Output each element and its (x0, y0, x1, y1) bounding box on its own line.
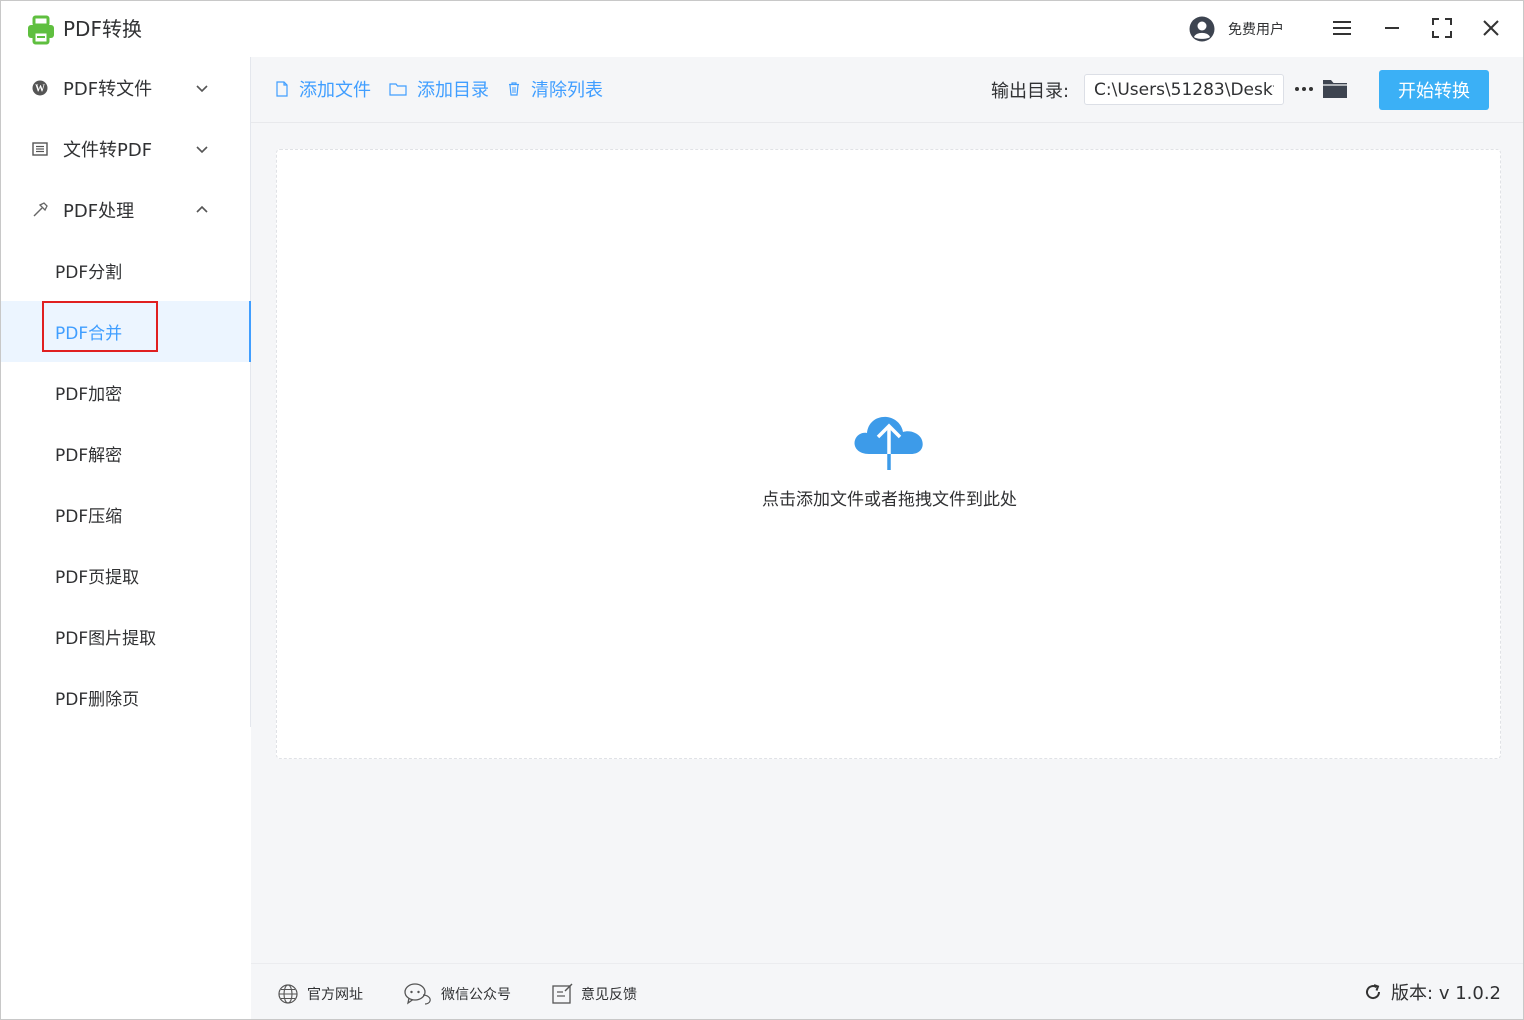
sidebar: W PDF转文件 文件转PDF PDF处理 PDF分割 PDF合并 PDF加密 … (1, 57, 251, 727)
ellipsis-icon (1295, 87, 1313, 91)
feedback-link[interactable]: 意见反馈 (551, 982, 637, 1006)
hammer-icon (33, 201, 48, 216)
menu-button[interactable] (1329, 15, 1355, 41)
footer-bar: 官方网址 微信公众号 意见反馈 版本: v 1.0.2 (251, 963, 1523, 1019)
sidebar-item-pdf-split[interactable]: PDF分割 (1, 240, 250, 301)
document-list-icon (32, 141, 48, 156)
app-title: PDF转换 (63, 17, 142, 41)
close-icon (1483, 20, 1499, 36)
sidebar-item-pdf-decrypt[interactable]: PDF解密 (1, 423, 250, 484)
sidebar-item-pdf-image-extract[interactable]: PDF图片提取 (1, 606, 250, 667)
user-account[interactable]: 免费用户 (1189, 15, 1284, 43)
drop-zone-hint: 点击添加文件或者拖拽文件到此处 (762, 490, 1017, 510)
add-file-button[interactable]: 添加文件 (275, 77, 371, 101)
chevron-up-icon (196, 205, 208, 213)
open-folder-icon[interactable] (1321, 75, 1349, 101)
add-directory-label: 添加目录 (417, 80, 489, 101)
globe-icon (278, 984, 298, 1004)
user-label: 免费用户 (1228, 22, 1284, 38)
sidebar-group-file-to-pdf[interactable]: 文件转PDF (1, 118, 250, 179)
main-panel: 添加文件 添加目录 清除列表 输出目录: C:\Users\51283\Desk… (251, 57, 1523, 1019)
wechat-icon (404, 983, 431, 1005)
wordpress-icon: W (32, 80, 48, 95)
sidebar-group-pdf-processing[interactable]: PDF处理 (1, 179, 250, 240)
svg-text:W: W (35, 83, 45, 94)
highlight-annotation-box (42, 301, 158, 352)
minimize-icon (1385, 27, 1399, 29)
sidebar-group-label: PDF转文件 (63, 78, 153, 100)
official-website-label: 官方网址 (307, 987, 363, 1003)
sidebar-item-pdf-compress[interactable]: PDF压缩 (1, 484, 250, 545)
file-icon (276, 81, 288, 97)
app-window: PDF转换 免费用户 W PDF转文件 文件转PDF PDF处理 PDF分割 P… (0, 0, 1524, 1020)
version-info[interactable]: 版本: v 1.0.2 (1363, 980, 1501, 1004)
sidebar-group-label: 文件转PDF (63, 139, 153, 161)
clear-list-button[interactable]: 清除列表 (507, 77, 603, 101)
sidebar-item-label: PDF页提取 (55, 568, 140, 588)
feedback-label: 意见反馈 (581, 987, 637, 1003)
sidebar-item-label: PDF解密 (55, 446, 123, 466)
sidebar-item-label: PDF图片提取 (55, 629, 157, 649)
title-bar: PDF转换 免费用户 (1, 1, 1523, 57)
wechat-account-label: 微信公众号 (441, 987, 511, 1003)
edit-note-icon (552, 983, 573, 1004)
sidebar-item-label: PDF压缩 (55, 507, 123, 527)
sidebar-item-pdf-page-extract[interactable]: PDF页提取 (1, 545, 250, 606)
trash-icon (509, 82, 519, 96)
close-button[interactable] (1478, 15, 1504, 41)
cloud-upload-icon (854, 416, 923, 470)
minimize-button[interactable] (1379, 15, 1405, 41)
sidebar-group-pdf-to-file[interactable]: W PDF转文件 (1, 57, 250, 118)
start-convert-button[interactable]: 开始转换 (1379, 70, 1489, 110)
sidebar-item-pdf-encrypt[interactable]: PDF加密 (1, 362, 250, 423)
hamburger-icon (1333, 21, 1351, 35)
official-website-link[interactable]: 官方网址 (277, 982, 363, 1006)
sidebar-group-label: PDF处理 (63, 200, 135, 222)
output-directory-field[interactable] (1084, 74, 1284, 105)
add-directory-button[interactable]: 添加目录 (389, 77, 489, 101)
refresh-icon (1366, 984, 1381, 1000)
file-drop-zone[interactable]: 点击添加文件或者拖拽文件到此处 (276, 149, 1501, 759)
clear-list-label: 清除列表 (531, 80, 603, 101)
user-avatar-icon (1189, 16, 1215, 42)
chevron-down-icon (196, 84, 208, 92)
wechat-account-link[interactable]: 微信公众号 (403, 982, 511, 1006)
version-label: 版本: v 1.0.2 (1391, 983, 1501, 1004)
folder-outline-icon (389, 83, 407, 96)
add-file-label: 添加文件 (299, 80, 371, 101)
output-directory-label: 输出目录: (991, 81, 1070, 102)
sidebar-item-label: PDF分割 (55, 263, 123, 283)
fullscreen-icon (1432, 18, 1452, 38)
chevron-down-icon (196, 145, 208, 153)
sidebar-item-label: PDF删除页 (55, 690, 140, 710)
more-options-button[interactable] (1293, 78, 1315, 100)
sidebar-item-pdf-delete-page[interactable]: PDF删除页 (1, 667, 250, 728)
fullscreen-button[interactable] (1429, 15, 1455, 41)
toolbar: 添加文件 添加目录 清除列表 输出目录: C:\Users\51283\Desk… (251, 57, 1523, 123)
sidebar-item-label: PDF加密 (55, 385, 123, 405)
printer-logo-icon (28, 15, 54, 45)
